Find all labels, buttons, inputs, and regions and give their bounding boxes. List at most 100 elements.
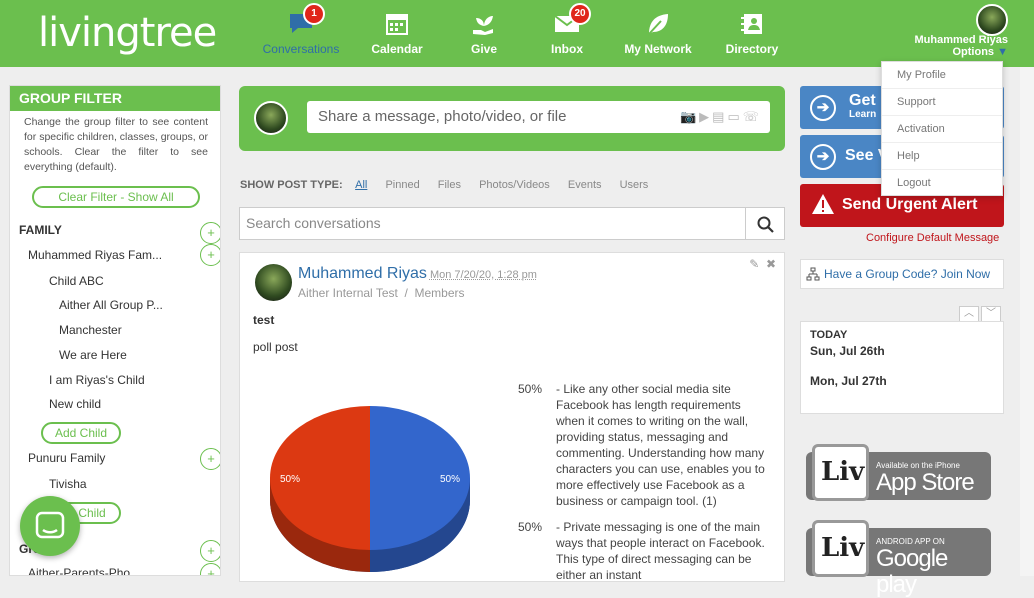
tree-item[interactable]: I am Riyas's Child: [49, 373, 145, 387]
calendar-next-button[interactable]: ﹀: [981, 306, 1001, 322]
share-composer: Share a message, photo/video, or file 📷▶…: [239, 86, 785, 151]
post-type-users[interactable]: Users: [620, 179, 649, 191]
tree-item[interactable]: Manchester: [59, 323, 122, 337]
user-dropdown-menu: My Profile Support Activation Help Logou…: [881, 61, 1003, 196]
tree-item[interactable]: Aither All Group P...: [59, 298, 163, 312]
warning-icon: [812, 194, 834, 214]
arrow-right-icon: ➔: [810, 144, 836, 170]
livingtree-logo[interactable]: livingtree: [38, 10, 217, 56]
conversations-badge: 1: [303, 3, 325, 25]
user-avatar[interactable]: [976, 4, 1008, 36]
composer-avatar: [254, 101, 288, 135]
pie-slice-label: 50%: [280, 474, 300, 485]
add-member-plus-icon[interactable]: +: [200, 563, 220, 575]
edit-pencil-icon[interactable]: ✎: [749, 257, 759, 271]
menu-help[interactable]: Help: [882, 143, 1002, 170]
close-icon[interactable]: ✖: [766, 257, 776, 271]
leaf-icon: [648, 14, 668, 35]
menu-activation[interactable]: Activation: [882, 116, 1002, 143]
post-author[interactable]: Muhammed Riyas Mon 7/20/20, 1:28 pm: [298, 265, 537, 283]
add-member-plus-icon[interactable]: +: [200, 244, 220, 266]
post-type-pinned[interactable]: Pinned: [385, 179, 419, 191]
options-label: Options ▼: [952, 46, 1008, 58]
group-filter-description: Change the group filter to see content f…: [24, 116, 208, 173]
file-icon[interactable]: ▤: [712, 109, 727, 124]
nav-give[interactable]: Give: [458, 0, 510, 67]
poll-pie-chart: 50% 50%: [270, 406, 470, 572]
document-icon[interactable]: ▭: [727, 109, 742, 124]
poll-option-percent: 50%: [518, 382, 543, 396]
nav-directory[interactable]: Directory: [722, 0, 782, 67]
nav-label: Calendar: [371, 42, 423, 56]
user-menu-toggle[interactable]: Muhammed Riyas Options ▼: [914, 34, 1008, 58]
nav-conversations[interactable]: 1 Conversations: [258, 0, 344, 67]
nav-inbox[interactable]: 20 Inbox: [540, 0, 594, 67]
nav-calendar[interactable]: Calendar: [366, 0, 428, 67]
add-member-plus-icon[interactable]: +: [200, 448, 220, 470]
clear-filter-button[interactable]: Clear Filter - Show All: [32, 186, 200, 208]
poll-option: 50% - Private messaging is one of the mai…: [518, 519, 768, 583]
google-play-badge[interactable]: Liv ANDROID APP ON Google play: [806, 520, 991, 598]
app-store-badge[interactable]: Liv Available on the iPhone App Store: [806, 444, 991, 501]
nav-label: Give: [470, 42, 497, 56]
tree-item[interactable]: We are Here: [59, 348, 127, 362]
conversation-post: Muhammed Riyas Mon 7/20/20, 1:28 pm Aithe…: [239, 252, 785, 582]
family-heading: FAMILY: [19, 223, 62, 237]
share-input[interactable]: Share a message, photo/video, or file 📷▶…: [307, 101, 770, 133]
tree-item[interactable]: Punuru Family: [28, 451, 105, 465]
post-type-files[interactable]: Files: [438, 179, 461, 191]
poll-option-percent: 50%: [518, 520, 543, 534]
liv-logo: Liv: [812, 520, 869, 577]
add-group-plus-icon[interactable]: +: [200, 540, 220, 562]
poll-options: 50% - Like any other social media site Fa…: [518, 381, 768, 593]
post-date: Mon 7/20/20, 1:28 pm: [429, 269, 537, 281]
poll-option-text: - Like any other social media site Faceb…: [556, 382, 765, 508]
tree-item[interactable]: Muhammed Riyas Fam...: [28, 248, 162, 262]
inbox-badge: 20: [569, 3, 591, 25]
search-icon: [757, 216, 774, 233]
camera-icon[interactable]: 📷: [680, 109, 699, 124]
calendar-date[interactable]: Mon, Jul 27th: [810, 374, 887, 388]
nav-my-network[interactable]: My Network: [620, 0, 696, 67]
chevron-down-icon: ﹀: [986, 308, 996, 319]
attachment-icons: 📷▶▤▭☏: [680, 110, 762, 124]
configure-default-message-link[interactable]: Configure Default Message: [866, 232, 999, 244]
post-type-all[interactable]: All: [355, 179, 367, 191]
calendar-prev-button[interactable]: ︿: [959, 306, 979, 322]
tree-item[interactable]: Aither-Parents-Pho...: [28, 566, 140, 575]
search-conversations-input[interactable]: Search conversations: [239, 207, 746, 240]
add-family-plus-icon[interactable]: +: [200, 222, 220, 244]
phone-icon[interactable]: ☏: [743, 109, 762, 124]
calendar-icon: [386, 14, 408, 35]
group-code-join-link[interactable]: Have a Group Code? Join Now: [800, 259, 1004, 289]
caret-down-icon: ▼: [997, 46, 1008, 58]
calendar-date[interactable]: Sun, Jul 26th: [810, 344, 885, 358]
search-button[interactable]: [745, 207, 785, 240]
add-child-button[interactable]: Add Child: [41, 422, 121, 444]
page-scrollbar[interactable]: [1020, 67, 1034, 576]
nav-label: Conversations: [262, 42, 340, 56]
video-icon[interactable]: ▶: [699, 109, 712, 124]
menu-my-profile[interactable]: My Profile: [882, 62, 1002, 89]
post-type-label: SHOW POST TYPE:: [240, 179, 343, 191]
post-type-photos-videos[interactable]: Photos/Videos: [479, 179, 550, 191]
post-tools: ✎ ✖: [749, 257, 776, 271]
post-group-line: Aither Internal Test / Members: [298, 286, 465, 300]
chevron-up-icon: ︿: [964, 308, 974, 319]
nav-label: Inbox: [551, 42, 583, 56]
tree-item[interactable]: New child: [49, 397, 101, 411]
post-audience: Members: [414, 286, 465, 300]
group-filter-title: GROUP FILTER: [10, 86, 220, 111]
today-label: TODAY: [810, 329, 848, 341]
user-name: Muhammed Riyas: [914, 34, 1008, 46]
post-type-filter: SHOW POST TYPE: All Pinned Files Photos/…: [240, 179, 663, 191]
menu-support[interactable]: Support: [882, 89, 1002, 116]
tree-item[interactable]: Tivisha: [49, 477, 87, 491]
nav-label: Directory: [725, 42, 779, 56]
post-type-events[interactable]: Events: [568, 179, 602, 191]
arrow-right-icon: ➔: [810, 95, 836, 121]
menu-logout[interactable]: Logout: [882, 170, 1002, 197]
tree-item[interactable]: Child ABC: [49, 274, 104, 288]
post-title: test: [253, 313, 275, 327]
live-chat-button[interactable]: [20, 496, 80, 556]
